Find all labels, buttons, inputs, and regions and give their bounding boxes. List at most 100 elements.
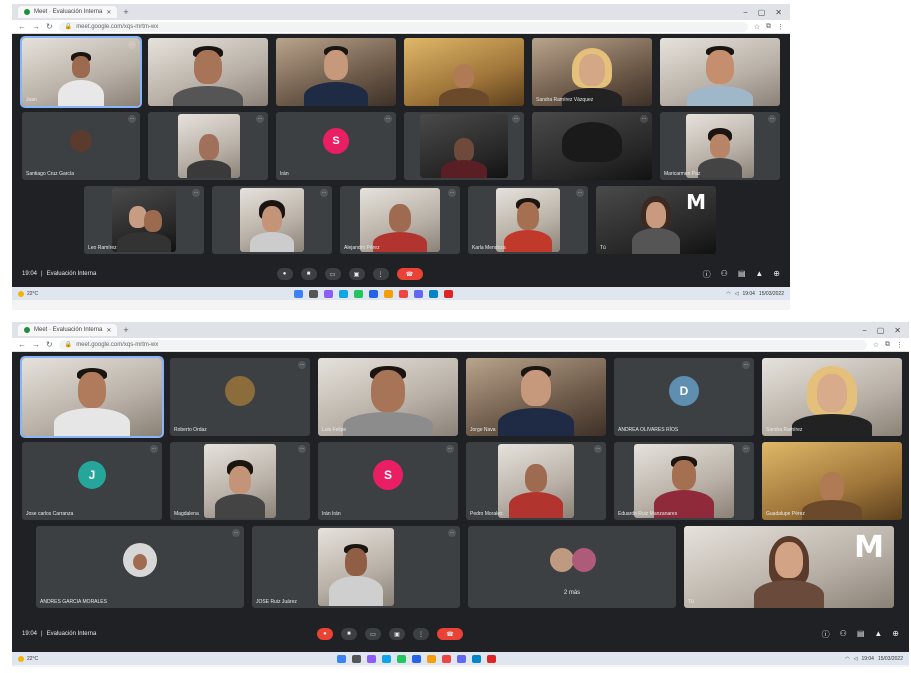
participant-tile[interactable]: Sandra Ramírez Vázquez [532,38,652,106]
participant-tile[interactable]: ⋯ [148,112,268,180]
wifi-icon[interactable]: ◠ [726,291,730,297]
search-icon[interactable] [351,654,361,663]
teams-icon[interactable] [456,654,466,663]
edge-icon[interactable] [381,654,391,663]
browser-tab[interactable]: Meet · Evaluación Interna ✕ [18,6,118,18]
mic-icon[interactable]: ● [316,628,333,640]
extensions-icon[interactable]: ⧉ [766,23,771,31]
participant-tile[interactable]: ⋯ [212,186,332,254]
activities-icon[interactable]: ▲ [874,629,882,640]
participant-tile[interactable]: ⋯ [532,112,652,180]
taskview-icon[interactable] [366,654,376,663]
more-icon[interactable]: ⋮ [372,268,389,280]
taskview-icon[interactable] [323,289,333,298]
star-icon[interactable]: ☆ [873,341,879,349]
camera-icon[interactable]: ■ [300,268,317,280]
participant-tile[interactable]: S Irán Irán ⋯ [318,442,458,520]
extensions-icon[interactable]: ⧉ [885,341,890,349]
volume-icon[interactable]: ◁ [854,656,858,662]
url-field[interactable]: 🔒 meet.google.com/xqs-mrtm-wx [58,21,748,32]
participant-tile[interactable]: ANDRES GARCIA MORALES ⋯ [36,526,244,608]
weather-widget[interactable]: 22°C [18,655,337,662]
start-icon[interactable] [293,289,303,298]
close-tab-icon[interactable]: ✕ [106,9,111,16]
lock-icon[interactable]: ⊕ [892,629,899,640]
participant-tile[interactable]: Leo Ramírez ⋯ [84,186,204,254]
wifi-icon[interactable]: ◠ [845,656,849,662]
camera-icon[interactable]: ■ [340,628,357,640]
menu-icon[interactable]: ⋮ [896,341,903,349]
participant-tile[interactable]: Jorge Nava [466,358,606,436]
maximize-icon[interactable]: ▢ [877,326,885,335]
minimize-icon[interactable]: − [862,326,867,335]
close-window-icon[interactable]: ✕ [775,8,782,17]
participant-tile[interactable]: Eduardo Ruiz Manzanares ⋯ [614,442,754,520]
reload-icon[interactable]: ↻ [46,22,53,31]
mic-icon[interactable]: ● [276,268,293,280]
edge-icon[interactable] [338,289,348,298]
teams-icon[interactable] [413,289,423,298]
new-tab-icon[interactable]: + [123,7,128,17]
star-icon[interactable]: ☆ [754,23,760,31]
caption-icon[interactable]: ▭ [324,268,341,280]
participant-tile[interactable] [276,38,396,106]
participant-tile[interactable]: Roberto Ordaz ⋯ [170,358,310,436]
participant-tile[interactable]: Santiago Cruz García ⋯ [22,112,140,180]
hangup-icon[interactable]: ☎ [396,268,423,280]
minimize-icon[interactable]: − [743,8,748,17]
url-field[interactable]: 🔒 meet.google.com/xqs-mrtm-wx [58,339,867,350]
chrome-icon[interactable] [398,289,408,298]
info-icon[interactable]: ⓘ [822,629,830,640]
start-icon[interactable] [336,654,346,663]
hangup-icon[interactable]: ☎ [436,628,463,640]
participant-tile-overflow[interactable]: 2 más [468,526,676,608]
folder-icon[interactable] [426,654,436,663]
participant-tile[interactable]: S Irán ⋯ [276,112,396,180]
chat-icon[interactable]: ▤ [857,629,865,640]
clock-date[interactable]: 15/03/2022 [759,291,784,297]
participant-tile[interactable]: ⋯ [404,112,524,180]
participant-tile[interactable]: D ANDREA OLIVARES RÍOS ⋯ [614,358,754,436]
participant-tile[interactable] [148,38,268,106]
outlook-icon[interactable] [471,654,481,663]
participant-tile[interactable]: Karla Mendoza ⋯ [468,186,588,254]
excel-icon[interactable] [396,654,406,663]
clock-date[interactable]: 15/03/2022 [878,656,903,662]
present-icon[interactable]: ▣ [388,628,405,640]
participant-tile[interactable]: Luis Felipe [318,358,458,436]
participant-tile[interactable] [660,38,780,106]
pdf-icon[interactable] [443,289,453,298]
present-icon[interactable]: ▣ [348,268,365,280]
word-icon[interactable] [411,654,421,663]
menu-icon[interactable]: ⋮ [777,23,784,31]
excel-icon[interactable] [353,289,363,298]
people-icon[interactable]: ⚇ [840,629,847,640]
forward-icon[interactable]: → [32,22,40,31]
browser-tab[interactable]: Meet · Evaluación Interna ✕ [18,324,118,336]
participant-tile[interactable]: Pedro Morales ⋯ [466,442,606,520]
maximize-icon[interactable]: ▢ [758,8,766,17]
info-icon[interactable]: ⓘ [703,269,711,280]
participant-tile[interactable]: Alejandro Pérez ⋯ [340,186,460,254]
volume-icon[interactable]: ◁ [735,291,739,297]
participant-tile-self[interactable]: M Tú [684,526,894,608]
lock-icon[interactable]: ⊕ [773,269,780,280]
participant-tile[interactable]: Guadalupe Pérez [762,442,902,520]
participant-tile[interactable]: Magdalena ⋯ [170,442,310,520]
weather-widget[interactable]: 22°C [18,290,294,297]
search-icon[interactable] [308,289,318,298]
chat-icon[interactable]: ▤ [738,269,746,280]
chrome-icon[interactable] [441,654,451,663]
activities-icon[interactable]: ▲ [755,269,763,280]
pdf-icon[interactable] [486,654,496,663]
participant-tile[interactable]: JOSE Ruiz Juárez ⋯ [252,526,460,608]
reload-icon[interactable]: ↻ [46,340,53,349]
participant-tile[interactable] [20,356,164,438]
outlook-icon[interactable] [428,289,438,298]
participant-tile[interactable]: Sandra Ramírez [762,358,902,436]
new-tab-icon[interactable]: + [123,325,128,335]
back-icon[interactable]: ← [18,22,26,31]
word-icon[interactable] [368,289,378,298]
participant-tile[interactable]: J Jose carlos Carranza ⋯ [22,442,162,520]
close-tab-icon[interactable]: ✕ [106,327,111,334]
